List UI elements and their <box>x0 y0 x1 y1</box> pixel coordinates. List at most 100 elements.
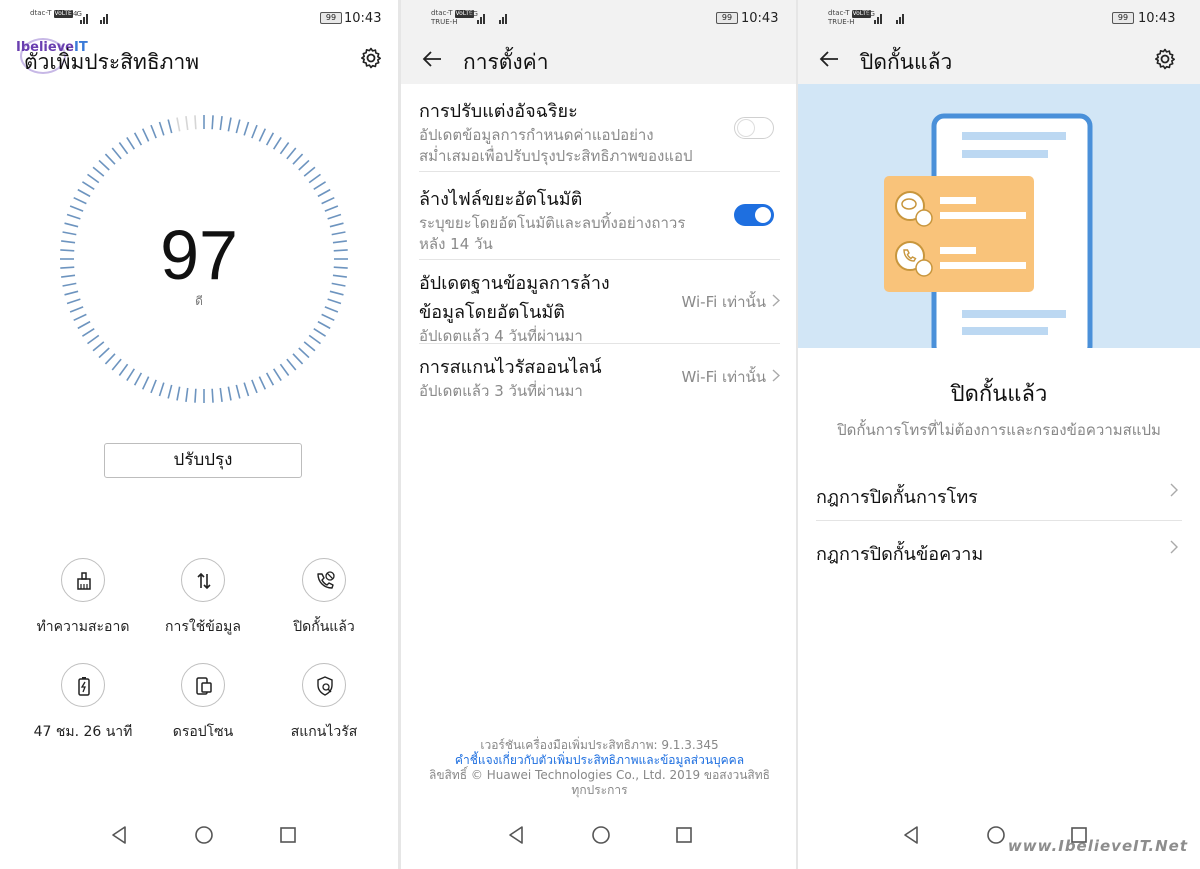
gauge-tick <box>251 379 258 394</box>
gauge-tick <box>303 341 316 352</box>
back-arrow-icon[interactable] <box>818 48 840 70</box>
setting-subtitle: หลัง 14 วัน <box>419 235 493 253</box>
gauge-tick <box>141 376 150 390</box>
gauge-tick <box>77 188 91 198</box>
nav-back-icon[interactable] <box>110 825 128 845</box>
gauge-tick <box>279 363 290 376</box>
dropzone-icon <box>196 677 212 695</box>
gauge-tick <box>185 387 189 402</box>
nav-recents-icon[interactable] <box>279 825 297 845</box>
setting-title: ล้างไฟล์ขยะอัตโนมัติ <box>419 189 583 210</box>
tile-label: ดรอปโซน <box>172 724 234 740</box>
gauge-tick <box>150 124 157 139</box>
gauge-tick <box>69 205 84 212</box>
smart-tuning-toggle[interactable] <box>734 117 774 139</box>
signal-icon <box>80 12 94 24</box>
gauge-tick <box>126 368 136 382</box>
tile-blocked[interactable]: ปิดกั้นแล้ว <box>264 558 384 638</box>
gauge-tick <box>272 136 282 150</box>
battery-indicator: 99 <box>716 12 738 24</box>
rule-label: กฎการปิดกั้นการโทร <box>816 487 978 508</box>
chevron-right-icon <box>1170 483 1178 497</box>
section-heading: ปิดกั้นแล้ว <box>950 382 1048 407</box>
privacy-link[interactable]: คำชี้แจงเกี่ยวกับตัวเพิ่มประสิทธิภาพและข… <box>411 753 788 768</box>
gauge-tick <box>158 382 165 397</box>
gear-icon[interactable] <box>1153 47 1177 71</box>
gauge-tick <box>98 159 110 171</box>
gauge-tick <box>258 128 267 142</box>
setting-value[interactable]: Wi-Fi เท่านั้น <box>682 290 780 314</box>
status-bar: dtac-T VoLTE TRUE-H 4G 99 10:43 <box>401 0 798 36</box>
carrier-label: dtac-T VoLTE TRUE-H <box>431 9 474 26</box>
nav-home-icon[interactable] <box>986 825 1006 845</box>
gauge-tick <box>87 334 100 345</box>
gauge-tick <box>133 132 143 146</box>
gauge-tick <box>298 347 310 359</box>
back-arrow-icon[interactable] <box>421 48 443 70</box>
call-block-rules[interactable]: กฎการปิดกั้นการโทร <box>816 465 1182 521</box>
battery-indicator: 99 <box>1112 12 1134 24</box>
clock: 10:43 <box>741 11 779 26</box>
tile-data-usage[interactable]: การใช้ข้อมูล <box>143 558 263 638</box>
page-title: การตั้งค่า <box>463 50 549 74</box>
tile-label: การใช้ข้อมูล <box>165 619 241 635</box>
tile-virus-scan[interactable]: สแกนไวรัส <box>264 663 384 743</box>
nav-home-icon[interactable] <box>591 825 611 845</box>
signal-icon-2 <box>100 12 114 24</box>
setting-smart-tuning[interactable]: การปรับแต่งอัจฉริยะ อัปเดตข้อมูลการกำหนด… <box>419 96 780 172</box>
blocked-call-icon <box>317 571 335 589</box>
status-bar: dtac-T VoLTE 4G 99 10:43 <box>0 0 398 36</box>
nav-back-icon[interactable] <box>902 825 920 845</box>
tile-label: ปิดกั้นแล้ว <box>293 619 355 635</box>
rule-label: กฎการปิดกั้นข้อความ <box>816 544 984 565</box>
clock: 10:43 <box>344 11 382 26</box>
gauge-tick <box>292 153 304 165</box>
tile-dropzone[interactable]: ดรอปโซน <box>143 663 263 743</box>
gauge-tick <box>324 205 339 212</box>
gauge-tick <box>235 384 241 399</box>
nav-bar <box>0 809 398 869</box>
phone-illustration <box>884 113 1093 359</box>
gauge-tick <box>167 384 173 399</box>
broom-icon <box>77 572 91 590</box>
setting-auto-clean[interactable]: ล้างไฟล์ขยะอัตโนมัติ ระบุขยะโดยอัตโนมัติ… <box>419 184 780 260</box>
nav-back-icon[interactable] <box>507 825 525 845</box>
tile-battery[interactable]: 47 ชม. 26 นาที <box>23 663 143 743</box>
blocked-screen: dtac-T VoLTE TRUE-H 4G 99 10:43 ปิดกั้นแล้… <box>798 0 1200 869</box>
version-text: เวอร์ชันเครื่องมือเพิ่มประสิทธิภาพ: 9.1.… <box>480 738 719 752</box>
setting-db-update[interactable]: อัปเดตฐานข้อมูลการล้าง ข้อมูลโดยอัตโนมัต… <box>419 268 780 345</box>
gear-icon[interactable] <box>359 46 383 70</box>
tile-label: ทำความสะอาด <box>36 619 130 635</box>
chevron-right-icon <box>772 369 780 382</box>
gauge-tick <box>92 341 105 352</box>
chevron-right-icon <box>1170 540 1178 554</box>
gauge-tick <box>308 334 321 345</box>
gauge-tick <box>286 147 297 160</box>
gauge-tick <box>158 121 165 136</box>
setting-subtitle: ระบุขยะโดยอัตโนมัติและลบทิ้งอย่างถาวร <box>419 214 686 232</box>
message-block-rules[interactable]: กฎการปิดกั้นข้อความ <box>816 522 1182 578</box>
data-transfer-icon <box>197 572 211 590</box>
optimizer-settings-screen: dtac-T VoLTE TRUE-H 4G 99 10:43 การตั้งค่า… <box>401 0 798 869</box>
signal-icon-2 <box>896 12 910 24</box>
tile-cleanup[interactable]: ทำความสะอาด <box>23 558 143 638</box>
network-type: 4G <box>469 10 478 18</box>
gauge-tick <box>211 115 214 130</box>
nav-home-icon[interactable] <box>194 825 214 845</box>
gauge-tick <box>104 153 116 165</box>
gauge-tick <box>167 119 173 134</box>
signal-icon <box>874 12 888 24</box>
nav-recents-icon[interactable] <box>675 825 693 845</box>
setting-value[interactable]: Wi-Fi เท่านั้น <box>682 365 780 389</box>
gauge-tick <box>258 376 267 390</box>
status-bar: dtac-T VoLTE TRUE-H 4G 99 10:43 <box>798 0 1200 36</box>
optimizer-screen: dtac-T VoLTE 4G 99 10:43 IbelieveIT ตัวเพ… <box>0 0 398 869</box>
gauge-tick <box>227 386 232 401</box>
setting-online-scan[interactable]: การสแกนไวรัสออนไลน์ อัปเดตแล้ว 3 วันที่ผ… <box>419 352 780 406</box>
setting-subtitle: อัปเดตข้อมูลการกำหนดค่าแอปอย่าง <box>419 126 654 144</box>
auto-clean-toggle[interactable] <box>734 204 774 226</box>
tile-label: สแกนไวรัส <box>290 724 358 740</box>
app-bar: การตั้งค่า <box>401 36 798 84</box>
optimize-button[interactable]: ปรับปรุง <box>104 443 302 478</box>
carrier-label: dtac-T VoLTE <box>30 9 73 18</box>
